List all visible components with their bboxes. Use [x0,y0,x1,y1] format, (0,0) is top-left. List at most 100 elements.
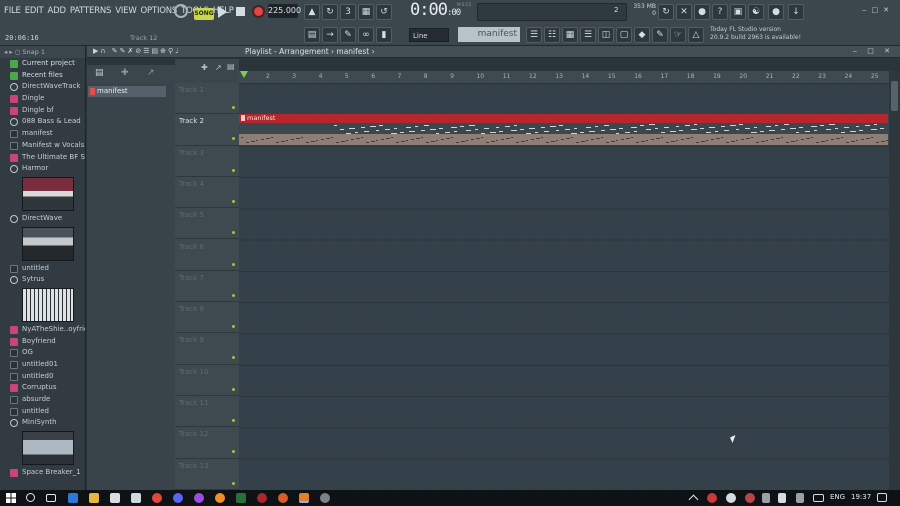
blend-notes-icon[interactable]: ▦ [358,4,374,20]
vertical-scrollbar[interactable] [889,71,900,490]
keyboard-icon[interactable] [813,494,824,502]
picker-item-manifest[interactable]: manifest [88,86,166,97]
browser-item[interactable]: OG [0,347,85,359]
piano-roll-icon[interactable]: ▦ [562,27,578,43]
browser-item[interactable]: untitled [0,263,85,275]
plugin-thumbnail[interactable] [22,176,74,211]
pencil-icon[interactable]: ✎ [340,27,356,43]
pen-tray-icon[interactable] [796,493,804,503]
track-header[interactable]: Track 11 [175,396,239,428]
menu-options[interactable]: OPTIONS [141,6,178,16]
network-icon[interactable] [762,493,770,503]
track-mute-led[interactable] [232,481,235,485]
chrome-icon[interactable] [152,493,162,503]
play-button[interactable] [218,6,227,18]
tempo-display[interactable]: 225.000 [268,4,301,18]
notification-icon[interactable] [877,493,887,502]
channel-rack-icon[interactable]: ☷ [544,27,560,43]
track-header[interactable]: Track 4 [175,177,239,209]
snap-value[interactable]: 1 [41,48,45,56]
volume-icon[interactable] [778,493,786,503]
browser-item[interactable]: NyATheShie..oyfriend [0,324,85,336]
download-icon[interactable]: ↓ [788,4,804,20]
language-indicator[interactable]: ENG [830,493,845,501]
playlist-window-controls[interactable]: ‒ □ ✕ [853,47,894,55]
plugin-thumbnail[interactable] [22,226,74,261]
scroll-thumb[interactable] [891,81,898,111]
plugin-thumbnail[interactable] [22,287,74,322]
browser-item[interactable]: 088 Bass & Lead [0,116,85,128]
track-mute-led[interactable] [232,293,235,297]
help-icon[interactable]: ? [712,4,728,20]
picker-resize-icon[interactable]: ↗ [147,68,155,78]
record-button[interactable] [252,5,265,18]
menu-patterns[interactable]: PATTERNS [70,6,112,16]
plugin-icon[interactable]: ☯ [748,4,764,20]
tray-app-icon[interactable] [707,493,717,503]
search-icon[interactable] [26,493,35,502]
edge-icon[interactable] [68,493,78,503]
stamp-icon[interactable]: ▮ [376,27,392,43]
track-mute-led[interactable] [232,199,235,203]
cut-icon[interactable]: ✕ [676,4,692,20]
pen-icon[interactable]: ✎ [652,27,668,43]
snap-label[interactable]: Snap [22,48,38,56]
playhead-marker[interactable] [240,71,248,78]
file-icon[interactable]: ▢ [616,27,632,43]
app-red-icon[interactable] [257,493,267,503]
cart-icon[interactable]: △ [688,27,704,43]
track-mute-led[interactable] [232,387,235,391]
tools-icon[interactable]: ▤ [227,62,235,71]
browser-item[interactable]: Dingle bf [0,105,85,117]
save-icon[interactable]: ▣ [730,4,746,20]
song-position-box[interactable]: 2 [477,3,627,21]
picker-mode-icon[interactable]: ▤ [95,68,104,78]
browser-item[interactable]: Space Breaker_1 [0,467,85,479]
track-mute-led[interactable] [232,450,235,454]
browser-icon[interactable]: ◫ [598,27,614,43]
fl-studio-icon[interactable] [299,493,309,503]
track-header[interactable]: Track 2 [175,114,239,146]
app-gray-icon[interactable] [320,493,330,503]
file-explorer-icon[interactable] [89,493,99,503]
app-purple-icon[interactable] [194,493,204,503]
track-header[interactable]: Track 5 [175,208,239,240]
system-clock[interactable]: 19:37 [851,493,871,501]
track-mute-led[interactable] [232,168,235,172]
track-mute-led[interactable] [232,106,235,109]
picker-add-icon[interactable]: ✚ [121,68,129,78]
windows-start-icon[interactable] [6,493,16,503]
store-icon[interactable] [110,493,120,503]
metronome-icon[interactable]: ▲ [304,4,320,20]
snap-mode-select[interactable]: Line [409,28,449,42]
song-mode-button[interactable]: SONG [194,8,214,20]
browser-item[interactable]: DirectWaveTrack [0,81,85,93]
browser-item[interactable]: MiniSynth [0,417,85,429]
track-header[interactable]: Track 9 [175,333,239,365]
browser-item[interactable]: Manifest w Vocals [0,140,85,152]
discord-icon[interactable] [173,493,183,503]
app-green-icon[interactable] [236,493,246,503]
playlist-icon[interactable]: ☰ [526,27,542,43]
resize-icon[interactable]: ↗ [215,63,222,72]
track-mute-led[interactable] [232,231,235,235]
browser-item[interactable]: Corruptus [0,382,85,394]
browser-item[interactable]: Current project [0,58,85,70]
window-controls[interactable]: ‒□✕ [862,6,894,14]
browser-item[interactable]: Dingle [0,93,85,105]
arrow-icon[interactable]: → [322,27,338,43]
menu-view[interactable]: VIEW [115,6,136,16]
mic-icon[interactable]: ● [694,4,710,20]
playlist-tools-icons[interactable]: ▶∩ ✎✎✗⊘☰▤⊕⚲♩ [93,47,180,55]
pattern-mode-button[interactable] [174,4,188,18]
refresh-icon[interactable]: ↻ [658,4,674,20]
firefox-icon[interactable] [215,493,225,503]
pattern-selector[interactable]: manifest [458,27,520,42]
track-mute-led[interactable] [232,262,235,266]
countdown-icon[interactable]: 3 [340,4,356,20]
browser-item[interactable]: untitled [0,406,85,418]
track-header[interactable]: Track 7 [175,271,239,303]
chat-icon[interactable]: ● [768,4,784,20]
browser-item[interactable]: The Ultimate BF SF2 [0,152,85,164]
wait-input-icon[interactable]: ↻ [322,4,338,20]
